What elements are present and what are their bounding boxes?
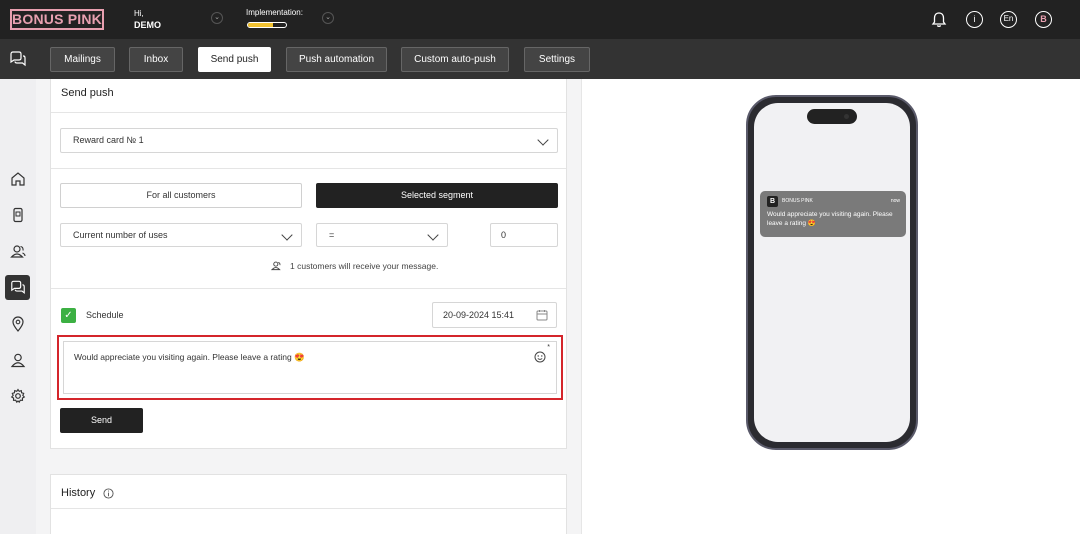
filter-operator-value: =: [329, 230, 335, 240]
chat-icon[interactable]: [9, 51, 27, 67]
divider: [51, 112, 566, 113]
user-menu[interactable]: Hi, DEMO: [134, 9, 161, 30]
location-icon: [11, 315, 24, 332]
card-select[interactable]: Reward card № 1: [60, 128, 558, 153]
dynamic-island: [807, 109, 857, 124]
divider: [51, 168, 566, 169]
notification-body: Would appreciate you visiting again. Ple…: [767, 211, 893, 227]
notification-time: now: [890, 198, 900, 204]
required-mark: *: [547, 344, 550, 351]
rail-item-messages[interactable]: [5, 275, 30, 300]
schedule-date-input[interactable]: 20-09-2024 15:41: [432, 302, 557, 328]
send-push-panel: Send push Reward card № 1 For all custom…: [50, 79, 567, 449]
rail-item-locations[interactable]: [5, 311, 30, 336]
push-notification-preview: B BONUS PINK now Would appreciate you vi…: [760, 191, 906, 237]
rail-item-staff[interactable]: [5, 347, 30, 372]
rail-item-home[interactable]: [5, 166, 30, 191]
tab-send-push[interactable]: Send push: [198, 47, 271, 72]
message-textarea[interactable]: Would appreciate you visiting again. Ple…: [63, 341, 557, 394]
chat-rail-icon: [10, 280, 25, 295]
recipients-hint: 1 customers will receive your message.: [271, 260, 438, 271]
phone-screen: B BONUS PINK now Would appreciate you vi…: [754, 103, 910, 442]
tab-inbox[interactable]: Inbox: [129, 47, 183, 72]
chevron-down-icon[interactable]: ⌄: [322, 12, 334, 24]
user-name: DEMO: [134, 20, 161, 30]
panel-title: Send push: [61, 87, 114, 99]
left-rail: [0, 79, 36, 534]
chevron-down-icon[interactable]: ⌄: [211, 12, 223, 24]
history-header: History: [61, 487, 114, 499]
implementation-progress-fill: [248, 23, 273, 27]
history-panel: History: [50, 474, 567, 534]
schedule-label: Schedule: [86, 310, 124, 320]
message-text: Would appreciate you visiting again. Ple…: [74, 352, 305, 362]
filter-field-value: Current number of uses: [73, 230, 168, 240]
history-title: History: [61, 487, 96, 499]
smiley-icon[interactable]: [534, 351, 546, 363]
tab-mailings[interactable]: Mailings: [50, 47, 115, 72]
tab-bar: Mailings Inbox Send push Push automation…: [0, 39, 1080, 79]
message-highlight: Would appreciate you visiting again. Ple…: [57, 335, 563, 400]
divider: [51, 288, 566, 289]
schedule-date-value: 20-09-2024 15:41: [443, 310, 515, 320]
schedule-checkbox[interactable]: ✓: [61, 308, 76, 323]
notification-app-name: BONUS PINK: [782, 198, 813, 204]
filter-value-input[interactable]: 0: [490, 223, 558, 247]
filter-operator-select[interactable]: =: [316, 223, 448, 247]
filter-field-select[interactable]: Current number of uses: [60, 223, 302, 247]
top-bar: BONUS PINK Hi, DEMO ⌄ Implementation: ⌄ …: [0, 0, 1080, 39]
home-icon: [10, 171, 25, 186]
card-select-value: Reward card № 1: [73, 135, 144, 145]
phone-preview: B BONUS PINK now Would appreciate you vi…: [746, 95, 918, 450]
rail-item-settings[interactable]: [5, 383, 30, 408]
users-icon: [9, 244, 26, 258]
greeting: Hi,: [134, 9, 144, 18]
bell-icon[interactable]: [931, 11, 947, 28]
tab-custom-auto-push[interactable]: Custom auto-push: [401, 47, 509, 72]
implementation-label: Implementation:: [246, 8, 303, 17]
divider: [51, 508, 566, 509]
user-icon: [10, 353, 25, 367]
tab-settings[interactable]: Settings: [524, 47, 590, 72]
implementation-progress: [247, 22, 287, 28]
phone-card-icon: [12, 207, 23, 222]
avatar[interactable]: B: [1035, 11, 1052, 28]
logo[interactable]: BONUS PINK: [10, 9, 104, 30]
users-small-icon: [271, 261, 281, 271]
info-icon[interactable]: [103, 487, 114, 499]
rail-item-cards[interactable]: [5, 202, 30, 227]
calendar-icon[interactable]: [536, 309, 548, 321]
info-icon[interactable]: i: [966, 11, 983, 28]
language-switch[interactable]: En: [1000, 11, 1017, 28]
chevron-down-icon: [427, 229, 439, 241]
recipients-hint-text: 1 customers will receive your message.: [290, 260, 439, 271]
send-button[interactable]: Send: [60, 408, 143, 433]
rail-item-customers[interactable]: [5, 238, 30, 263]
all-customers-button[interactable]: For all customers: [60, 183, 302, 208]
chevron-down-icon: [537, 134, 549, 146]
gear-icon: [10, 388, 25, 403]
selected-segment-button[interactable]: Selected segment: [316, 183, 558, 208]
app-icon: B: [767, 196, 778, 207]
chevron-down-icon: [281, 229, 293, 241]
tab-push-automation[interactable]: Push automation: [286, 47, 387, 72]
